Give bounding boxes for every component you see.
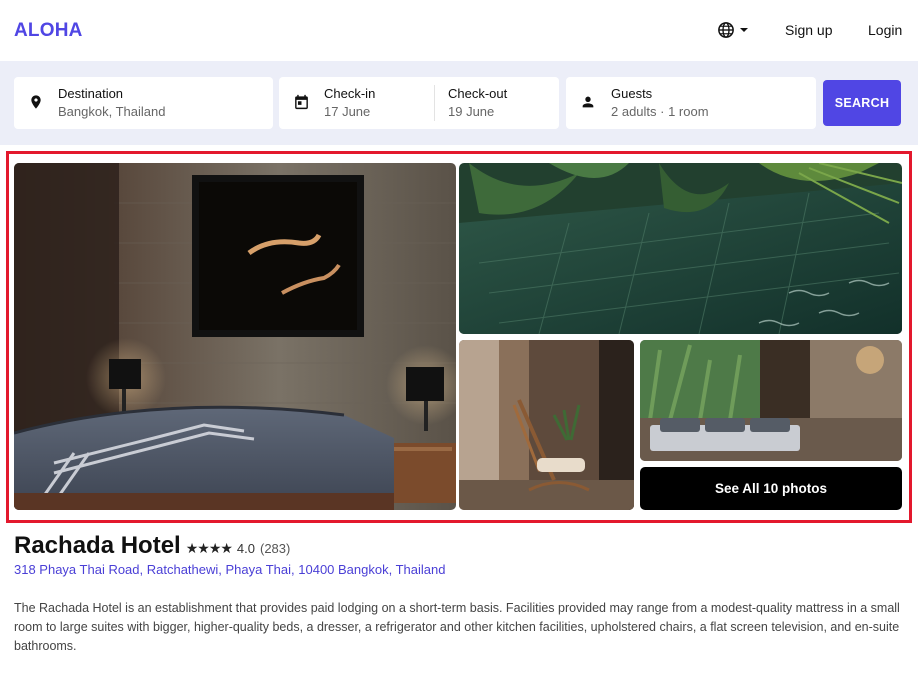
guests-value[interactable]: 2 adults · 1 room [611,104,709,119]
pool-photo[interactable] [459,163,902,334]
destination-field[interactable]: Destination Bangkok, Thailand [14,77,273,129]
bedroom-photo[interactable] [14,163,456,510]
person-icon [582,96,594,108]
top-header: ALOHA Sign up Login [0,0,918,61]
signup-link[interactable]: Sign up [785,22,832,38]
login-link[interactable]: Login [868,22,902,38]
checkout-value[interactable]: 19 June [448,104,494,119]
calendar-icon [295,94,308,110]
search-button[interactable]: SEARCH [823,80,901,126]
dates-field[interactable]: Check-in 17 June Check-out 19 June [279,77,559,129]
rating-stars: ★★★★ [185,540,233,556]
checkout-label: Check-out [448,86,508,101]
language-selector[interactable] [717,21,749,39]
location-pin-icon [31,95,41,109]
hotel-address-link[interactable]: 318 Phaya Thai Road, Ratchathewi, Phaya … [14,562,445,577]
checkin-label: Check-in [324,86,376,101]
review-count: (283) [260,541,291,556]
guests-field[interactable]: Guests 2 adults · 1 room [566,77,816,129]
hotel-description: The Rachada Hotel is an establishment th… [14,601,900,653]
search-bar: Destination Bangkok, Thailand Check-in 1… [0,61,918,145]
guests-label: Guests [611,86,653,101]
rating-value: 4.0 [236,541,255,556]
hotel-title-row: Rachada Hotel ★★★★ 4.0 (283) [14,532,290,560]
checkin-value[interactable]: 17 June [324,104,370,119]
caret-down-icon [740,28,748,32]
date-divider [434,85,435,121]
globe-icon [718,22,734,38]
destination-value[interactable]: Bangkok, Thailand [58,104,165,119]
lounge-photo[interactable] [640,340,902,461]
hotel-name: Rachada Hotel [14,532,181,559]
logo[interactable]: ALOHA [14,20,83,42]
destination-label: Destination [58,86,124,101]
see-all-photos-button[interactable]: See All 10 photos [640,467,902,510]
chair-photo[interactable] [459,340,634,510]
